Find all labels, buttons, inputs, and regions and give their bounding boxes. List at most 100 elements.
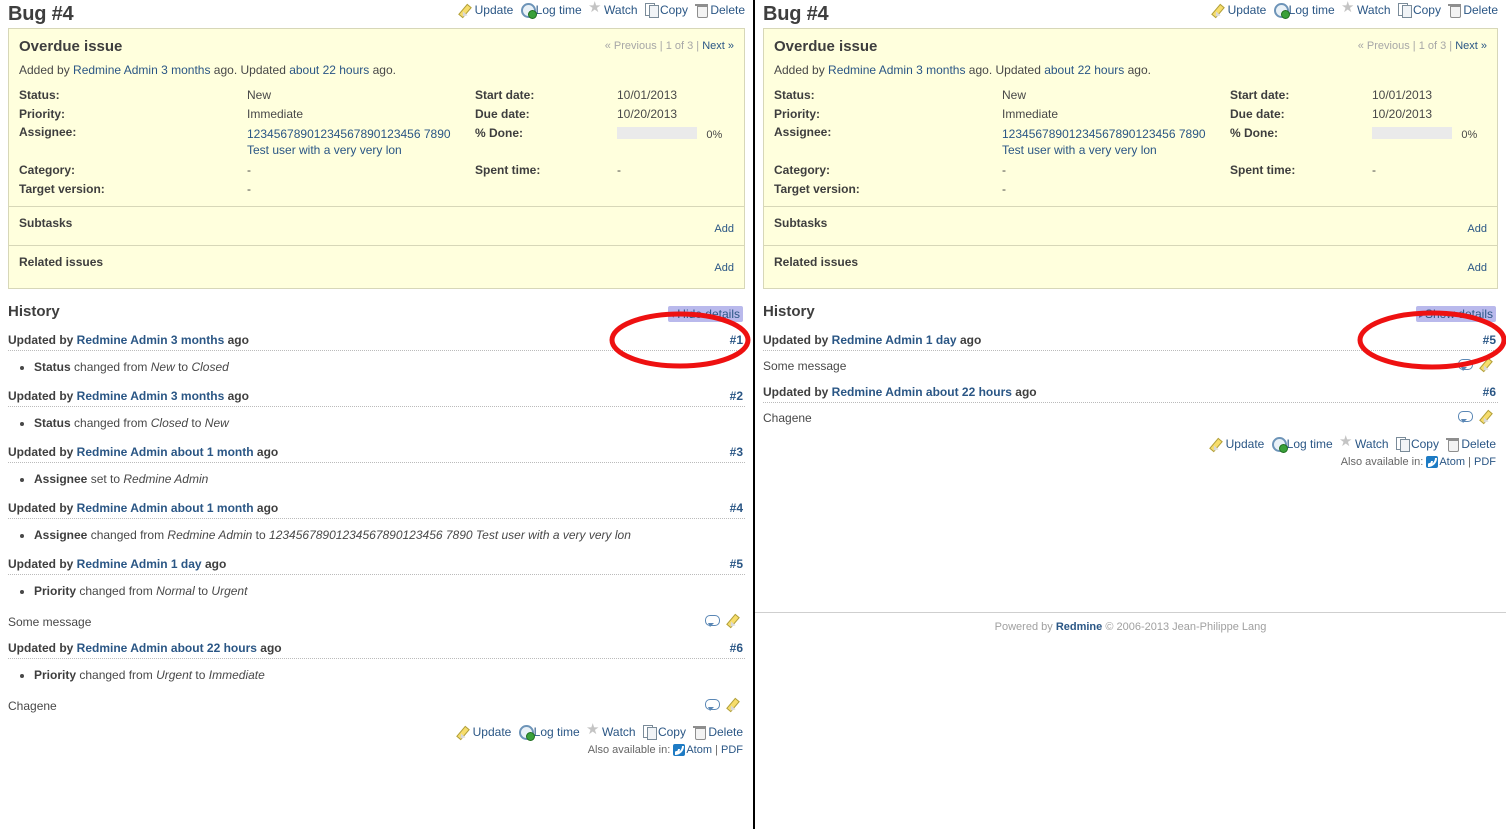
- atom-link[interactable]: Atom: [686, 744, 712, 756]
- assignee-link-line2[interactable]: Test user with a very very lon: [1002, 142, 1230, 158]
- copy-link-bottom[interactable]: Copy: [1411, 437, 1439, 451]
- pdf-link[interactable]: PDF: [1474, 456, 1496, 468]
- log-time-action[interactable]: Log time: [1273, 3, 1335, 19]
- log-time-action-bottom[interactable]: Log time: [518, 725, 580, 741]
- subtasks-add[interactable]: Add: [1467, 223, 1487, 235]
- update-link-bottom[interactable]: Update: [473, 725, 512, 739]
- copy-action[interactable]: Copy: [1397, 3, 1441, 18]
- update-action[interactable]: Update: [460, 3, 514, 17]
- journal-ago-link[interactable]: about 1 month: [171, 445, 254, 459]
- copy-action[interactable]: Copy: [644, 3, 688, 18]
- quote-icon[interactable]: [1457, 411, 1473, 423]
- update-action[interactable]: Update: [1213, 3, 1267, 17]
- journal-ago-link[interactable]: 3 months: [171, 389, 224, 403]
- atom-link[interactable]: Atom: [1439, 456, 1465, 468]
- journal-ago-link[interactable]: 1 day: [926, 333, 957, 347]
- next-link[interactable]: Next »: [702, 40, 734, 52]
- watch-action-bottom[interactable]: Watch: [1339, 434, 1389, 451]
- edit-pencil-icon[interactable]: [1481, 357, 1495, 371]
- update-action-bottom[interactable]: Update: [458, 725, 512, 739]
- delete-action[interactable]: Delete: [695, 3, 745, 18]
- journal-user-link[interactable]: Redmine Admin: [77, 445, 168, 459]
- log-time-link-bottom[interactable]: Log time: [534, 725, 580, 739]
- previous-link[interactable]: « Previous: [605, 40, 657, 52]
- next-link[interactable]: Next »: [1455, 40, 1487, 52]
- delete-link-bottom[interactable]: Delete: [1461, 437, 1496, 451]
- journal-number[interactable]: #6: [730, 641, 743, 655]
- previous-link[interactable]: « Previous: [1358, 40, 1410, 52]
- journal-number[interactable]: #2: [730, 389, 743, 403]
- log-time-action-bottom[interactable]: Log time: [1271, 437, 1333, 453]
- delete-link-bottom[interactable]: Delete: [708, 725, 743, 739]
- added-ago-link[interactable]: 3 months: [916, 63, 965, 77]
- journal-ago-link[interactable]: 3 months: [171, 333, 224, 347]
- copy-action-bottom[interactable]: Copy: [642, 725, 686, 740]
- related-issues-add-link[interactable]: Add: [714, 262, 734, 274]
- watch-link-bottom[interactable]: Watch: [1355, 437, 1389, 451]
- edit-pencil-icon[interactable]: [728, 697, 742, 711]
- journal-ago-link[interactable]: about 22 hours: [926, 385, 1012, 399]
- journal-user-link[interactable]: Redmine Admin: [832, 385, 923, 399]
- watch-action-bottom[interactable]: Watch: [586, 722, 636, 739]
- subtasks-add[interactable]: Add: [714, 223, 734, 235]
- quote-icon[interactable]: [704, 615, 720, 627]
- edit-pencil-icon[interactable]: [728, 613, 742, 627]
- journal-user-link[interactable]: Redmine Admin: [77, 557, 168, 571]
- delete-action-bottom[interactable]: Delete: [693, 725, 743, 740]
- assignee-link-line1[interactable]: 12345678901234567890123456 7890: [247, 126, 475, 142]
- log-time-link-bottom[interactable]: Log time: [1287, 437, 1333, 451]
- redmine-link[interactable]: Redmine: [1056, 621, 1102, 633]
- log-time-action[interactable]: Log time: [520, 3, 582, 19]
- assignee-link-line2[interactable]: Test user with a very very lon: [247, 142, 475, 158]
- related-issues-add[interactable]: Add: [714, 262, 734, 274]
- copy-link-bottom[interactable]: Copy: [658, 725, 686, 739]
- update-link[interactable]: Update: [1228, 3, 1267, 17]
- watch-link[interactable]: Watch: [1357, 3, 1391, 17]
- show-details-toggle[interactable]: ▸ Show details: [1415, 306, 1496, 322]
- journal-number[interactable]: #5: [1483, 333, 1496, 347]
- watch-action[interactable]: Watch: [1341, 0, 1391, 17]
- journal-user-link[interactable]: Redmine Admin: [77, 501, 168, 515]
- journal-number[interactable]: #3: [730, 445, 743, 459]
- journal-number[interactable]: #6: [1483, 385, 1496, 399]
- journal-ago-link[interactable]: 1 day: [171, 557, 202, 571]
- author-link[interactable]: Redmine Admin: [73, 63, 158, 77]
- journal-number[interactable]: #4: [730, 501, 743, 515]
- updated-ago-link[interactable]: about 22 hours: [1044, 63, 1124, 77]
- journal-ago-link[interactable]: about 1 month: [171, 501, 254, 515]
- subtasks-add-link[interactable]: Add: [1467, 223, 1487, 235]
- journal-number[interactable]: #5: [730, 557, 743, 571]
- delete-action-bottom[interactable]: Delete: [1446, 437, 1496, 452]
- author-link[interactable]: Redmine Admin: [828, 63, 913, 77]
- delete-link[interactable]: Delete: [1463, 3, 1498, 17]
- added-ago-link[interactable]: 3 months: [161, 63, 210, 77]
- watch-link-bottom[interactable]: Watch: [602, 725, 636, 739]
- update-link[interactable]: Update: [475, 3, 514, 17]
- related-issues-add-link[interactable]: Add: [1467, 262, 1487, 274]
- delete-action[interactable]: Delete: [1448, 3, 1498, 18]
- journal-user-link[interactable]: Redmine Admin: [77, 641, 168, 655]
- copy-action-bottom[interactable]: Copy: [1395, 437, 1439, 452]
- update-action-bottom[interactable]: Update: [1211, 437, 1265, 451]
- journal-user-link[interactable]: Redmine Admin: [77, 389, 168, 403]
- edit-pencil-icon[interactable]: [1481, 409, 1495, 423]
- delete-link[interactable]: Delete: [710, 3, 745, 17]
- journal-ago-link[interactable]: about 22 hours: [171, 641, 257, 655]
- assignee-link-line1[interactable]: 12345678901234567890123456 7890: [1002, 126, 1230, 142]
- journal-number[interactable]: #1: [730, 333, 743, 347]
- quote-icon[interactable]: [1457, 359, 1473, 371]
- watch-link[interactable]: Watch: [604, 3, 638, 17]
- related-issues-add[interactable]: Add: [1467, 262, 1487, 274]
- pdf-link[interactable]: PDF: [721, 744, 743, 756]
- updated-ago-link[interactable]: about 22 hours: [289, 63, 369, 77]
- copy-link[interactable]: Copy: [660, 3, 688, 17]
- copy-link[interactable]: Copy: [1413, 3, 1441, 17]
- quote-icon[interactable]: [704, 699, 720, 711]
- watch-action[interactable]: Watch: [588, 0, 638, 17]
- hide-details-toggle[interactable]: ▾ Hide details: [668, 306, 743, 322]
- update-link-bottom[interactable]: Update: [1226, 437, 1265, 451]
- subtasks-add-link[interactable]: Add: [714, 223, 734, 235]
- log-time-link[interactable]: Log time: [536, 3, 582, 17]
- journal-user-link[interactable]: Redmine Admin: [832, 333, 923, 347]
- log-time-link[interactable]: Log time: [1289, 3, 1335, 17]
